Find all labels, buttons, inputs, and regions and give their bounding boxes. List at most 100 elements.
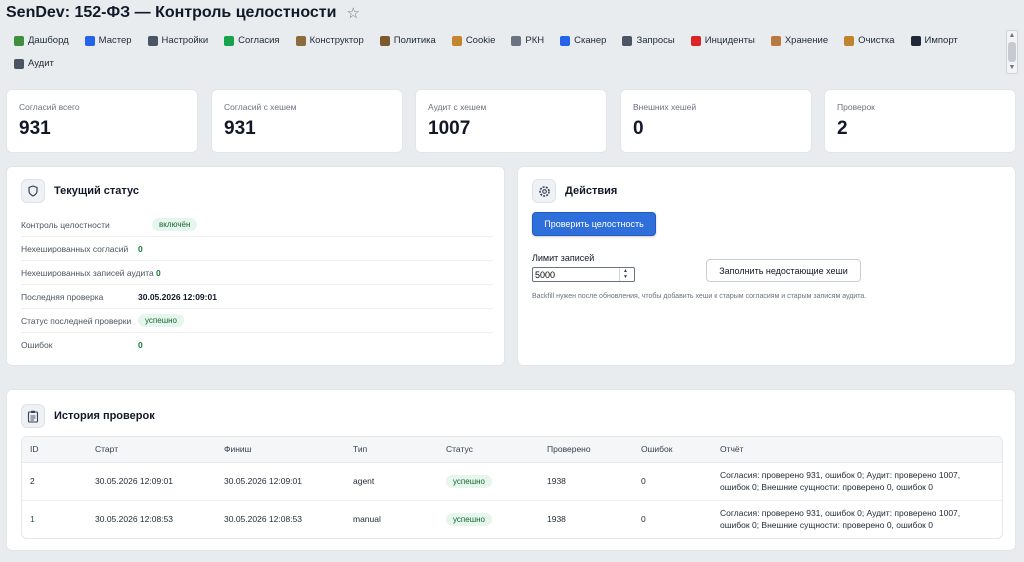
cell-finish: 30.05.2026 12:08:53 [224, 514, 302, 525]
cell-errors: 0 [641, 514, 646, 525]
cell-errors: 0 [633, 462, 712, 501]
status-panel-title: Текущий статус [54, 185, 140, 197]
cell-report: Согласия: проверено 931, ошибок 0; Аудит… [712, 462, 1002, 501]
nav-item-14[interactable]: Импорт [903, 29, 966, 52]
backfill-hashes-button[interactable]: Заполнить недостающие хеши [706, 259, 861, 282]
actions-panel-header: Действия [532, 179, 1001, 203]
cell-status: успешно [438, 462, 539, 501]
status-badge: успешно [446, 512, 492, 526]
broom-icon [844, 35, 855, 46]
page-title: SenDev: 152-ФЗ — Контроль целостности [6, 4, 337, 21]
stat-label: Согласий с хешем [224, 102, 297, 112]
status-label: Статус последней проверки [21, 315, 132, 326]
status-badge: успешно [446, 474, 492, 488]
status-list: Контроль целостности включён Нехеширован… [21, 213, 493, 357]
history-panel-header: История проверок [21, 404, 1001, 428]
nav-item-label: Сканер [574, 35, 607, 46]
report-line: Согласия: проверено 931, ошибок 0; Аудит… [720, 508, 961, 519]
nav-item-9[interactable]: Сканер [552, 29, 614, 52]
verify-integrity-button[interactable]: Проверить целостность [532, 212, 656, 236]
stat-card-checks: Проверок 2 [824, 89, 1016, 153]
scroll-thumb[interactable] [1008, 42, 1016, 62]
import-icon [910, 35, 921, 46]
spinner-arrows-icon[interactable]: ▲ ▼ [619, 268, 631, 281]
cell-finish: 30.05.2026 12:09:01 [216, 462, 345, 501]
clipboard-icon [21, 404, 45, 428]
table-row: 1 30.05.2026 12:08:53 30.05.2026 12:08:5… [22, 500, 1002, 538]
nav-item-8[interactable]: РКН [503, 29, 552, 52]
gear-icon [532, 179, 556, 203]
status-row-unhashed-audit: Нехешированных записей аудита 0 [21, 261, 493, 285]
report-line: Согласия: проверено 931, ошибок 0; Аудит… [720, 470, 961, 480]
nav-item-5[interactable]: Конструктор [288, 29, 372, 52]
nav-row: Дашборд Мастер Настройки Согласия Конструкто… [6, 29, 998, 52]
wizard-icon [84, 35, 95, 46]
history-panel-title: История проверок [54, 410, 155, 422]
nav-item-4[interactable]: Согласия [216, 29, 287, 52]
column-header: Финиш [216, 437, 345, 463]
cell-id: 1 [30, 514, 35, 525]
cell-type: agent [345, 462, 438, 501]
nav-item-label: Запросы [636, 35, 675, 46]
nav-item-3[interactable]: Настройки [140, 29, 217, 52]
dashboard-icon [14, 35, 24, 46]
stat-card-audit-hashed: Аудит с хешем 1007 [415, 89, 607, 153]
nav-item-13[interactable]: Очистка [836, 29, 902, 52]
stat-card-consents-total: Согласий всего 931 [6, 89, 198, 153]
nav-item-label: Очистка [858, 35, 895, 46]
actions-panel-title: Действия [565, 185, 618, 197]
status-label: Последняя проверка [21, 291, 104, 302]
shield-icon [21, 179, 45, 203]
nav-item-2[interactable]: Мастер [77, 29, 140, 52]
nav-row: Аудит [6, 52, 998, 75]
nav-item-15[interactable]: Аудит [6, 52, 62, 75]
column-header: Проверено [539, 437, 633, 463]
stat-card-consents-hashed: Согласий с хешем 931 [211, 89, 403, 153]
status-label: Контроль целостности [21, 219, 110, 230]
column-header: Старт [87, 437, 216, 463]
cell-start: 30.05.2026 12:09:01 [87, 462, 216, 501]
status-row-unhashed-consents: Нехешированных согласий 0 [21, 237, 493, 261]
stat-value: 931 [19, 118, 51, 139]
nav-item-1[interactable]: Дашборд [6, 29, 77, 52]
scroll-up-icon[interactable]: ▲ [1007, 31, 1017, 41]
cell-checked: 1938 [539, 462, 633, 501]
trash-icon [622, 35, 633, 46]
history-panel: История проверок ID Старт Финиш Тип Стат… [6, 389, 1016, 551]
nav-item-label: Cookie [465, 35, 496, 46]
nav-item-11[interactable]: Инциденты [683, 29, 763, 52]
status-row-last-check-status: Статус последней проверки успешно [21, 309, 493, 333]
nav-bar: Дашборд Мастер Настройки Согласия Конструкто… [0, 29, 1004, 75]
backfill-hint: Backfill нужен после обновления, чтобы д… [532, 293, 867, 300]
status-panel-header: Текущий статус [21, 179, 490, 203]
column-header: ID [22, 437, 87, 463]
status-badge: включён [152, 218, 198, 231]
nav-item-12[interactable]: Хранение [763, 29, 836, 52]
status-value: 0 [138, 340, 143, 350]
nav-item-label: Настройки [161, 35, 209, 46]
cell-start: 30.05.2026 12:08:53 [95, 514, 173, 525]
status-badge: успешно [138, 314, 184, 327]
nav-item-7[interactable]: Cookie [444, 29, 504, 52]
limit-label: Лимит записей [532, 253, 595, 263]
nav-scrollbar[interactable]: ▲ ▼ [1006, 30, 1018, 74]
nav-item-10[interactable]: Запросы [614, 29, 682, 52]
column-header: Статус [438, 437, 539, 463]
builder-icon [295, 35, 306, 46]
status-value: 0 [138, 243, 143, 254]
limit-input[interactable] [533, 268, 619, 281]
archive-icon [770, 35, 781, 46]
status-row-last-check: Последняя проверка 30.05.2026 12:09:01 [21, 285, 493, 309]
limit-stepper[interactable]: ▲▼ [532, 267, 635, 282]
nav-item-label: Мастер [98, 35, 132, 46]
cell-status: успешно [438, 500, 539, 538]
column-header: Отчёт [712, 437, 1002, 463]
star-icon[interactable]: ☆ [346, 6, 359, 21]
stat-value: 0 [633, 118, 644, 139]
nav-item-6[interactable]: Политика [372, 29, 444, 52]
scroll-down-icon[interactable]: ▼ [1007, 63, 1017, 73]
stat-value: 2 [837, 118, 848, 139]
nav-item-label: Согласия [238, 35, 280, 46]
stat-value: 931 [224, 118, 256, 139]
actions-panel: Действия Проверить целостность Лимит зап… [517, 166, 1016, 366]
